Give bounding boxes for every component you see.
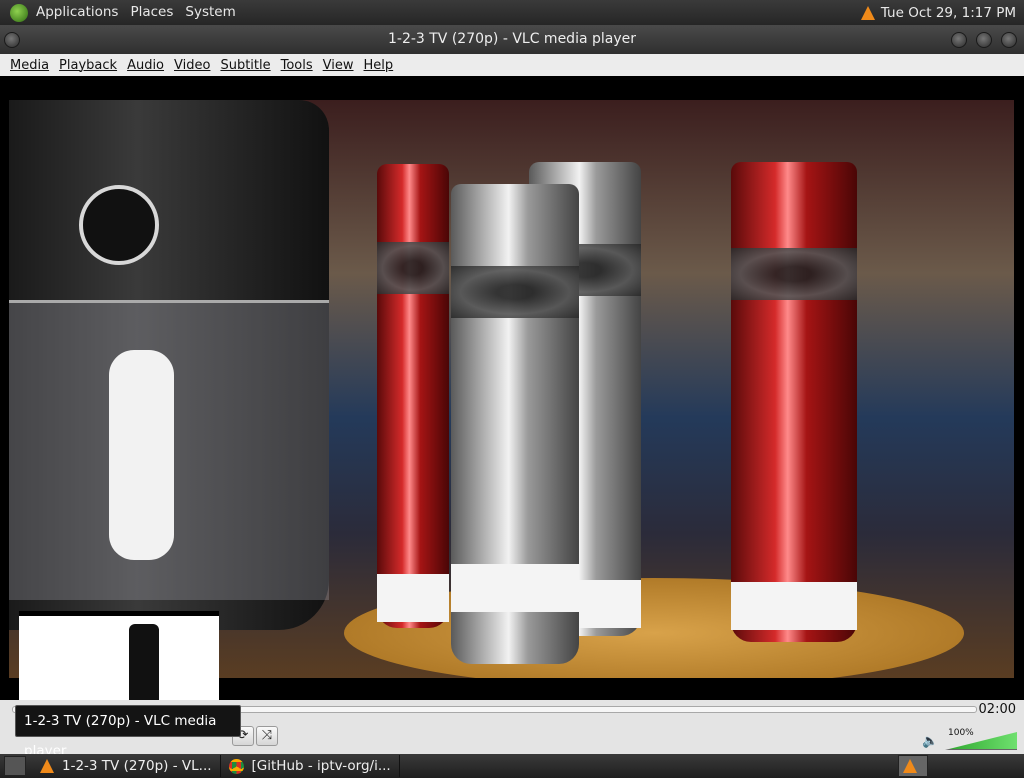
task-label: 1-2-3 TV (270p) - VL... <box>62 758 212 774</box>
bottom-panel: 1-2-3 TV (270p) - VL... [GitHub - iptv-o… <box>0 754 1024 778</box>
task-label: [GitHub - iptv-org/i... <box>251 758 391 774</box>
volume-percent: 100% <box>948 728 974 738</box>
system-menu[interactable]: System <box>179 0 241 25</box>
red-grinder <box>731 162 857 642</box>
menu-audio[interactable]: Audio <box>124 58 171 73</box>
close-button[interactable] <box>1001 32 1017 48</box>
fryer-handle <box>109 350 174 560</box>
vlc-cone-icon <box>903 759 917 773</box>
chrome-icon <box>228 758 244 774</box>
red-grinder <box>377 164 449 628</box>
show-desktop-icon[interactable] <box>4 756 26 776</box>
window-titlebar[interactable]: 1-2-3 TV (270p) - VLC media player <box>0 25 1024 54</box>
video-frame <box>9 100 1014 678</box>
distro-logo-icon[interactable] <box>10 3 28 22</box>
steel-grinder <box>451 184 579 664</box>
taskbar-item-vlc[interactable]: 1-2-3 TV (270p) - VL... <box>32 755 221 777</box>
window-menu-button[interactable] <box>4 32 20 48</box>
top-panel: Applications Places System Tue Oct 29, 1… <box>0 0 1024 25</box>
fryer-dial <box>79 185 159 265</box>
total-time: 02:00 <box>978 702 1016 717</box>
menu-view[interactable]: View <box>320 58 361 73</box>
window-title: 1-2-3 TV (270p) - VLC media player <box>387 31 636 47</box>
menu-tools[interactable]: Tools <box>278 58 320 73</box>
preview-image <box>129 624 159 704</box>
maximize-button[interactable] <box>976 32 992 48</box>
workspace-switcher[interactable] <box>898 755 928 777</box>
menu-video[interactable]: Video <box>171 58 217 73</box>
vlc-tray-icon[interactable] <box>860 5 875 20</box>
shuffle-icon[interactable]: ⤨ <box>256 726 278 746</box>
clock[interactable]: Tue Oct 29, 1:17 PM <box>881 5 1016 21</box>
speaker-icon[interactable]: 🔈 <box>922 734 938 749</box>
applications-menu[interactable]: Applications <box>30 0 124 25</box>
menu-playback[interactable]: Playback <box>56 58 124 73</box>
menu-help[interactable]: Help <box>361 58 401 73</box>
places-menu[interactable]: Places <box>124 0 179 25</box>
system-tray: Tue Oct 29, 1:17 PM <box>860 5 1024 21</box>
vlc-cone-icon <box>40 759 54 773</box>
minimize-button[interactable] <box>951 32 967 48</box>
tooltip: 1-2-3 TV (270p) - VLC media player <box>15 705 241 759</box>
video-area[interactable] <box>0 76 1024 700</box>
taskbar-item-chrome[interactable]: [GitHub - iptv-org/i... <box>221 755 400 777</box>
taskbar-thumbnail-preview <box>19 611 219 704</box>
menu-media[interactable]: Media <box>0 58 56 73</box>
air-fryer <box>9 100 329 630</box>
menubar: Media Playback Audio Video Subtitle Tool… <box>0 54 1024 76</box>
menu-subtitle[interactable]: Subtitle <box>217 58 277 73</box>
